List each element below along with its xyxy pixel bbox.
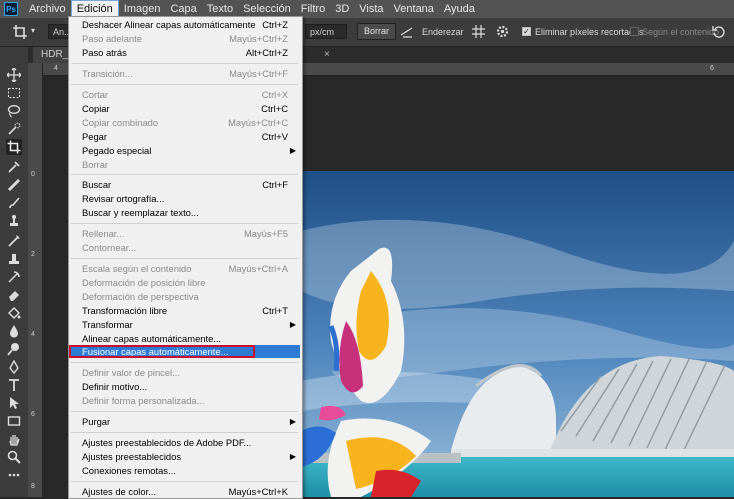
straighten-label[interactable]: Enderezar bbox=[422, 27, 464, 37]
menu-item-find-replace[interactable]: Buscar y reemplazar texto... bbox=[69, 206, 300, 219]
menu-ayuda[interactable]: Ayuda bbox=[439, 0, 480, 18]
tool-preset-chevron-icon[interactable]: ▾ bbox=[31, 26, 35, 35]
pen-tool-icon[interactable] bbox=[6, 359, 22, 375]
menu-archivo[interactable]: Archivo bbox=[24, 0, 71, 18]
clear-button[interactable]: Borrar bbox=[357, 23, 397, 40]
art-history-tool-icon[interactable] bbox=[6, 269, 22, 285]
tools-panel bbox=[0, 47, 29, 497]
document-tab-close-icon[interactable]: × bbox=[324, 49, 330, 60]
dodge-tool-icon[interactable] bbox=[6, 341, 22, 357]
submenu-arrow-icon: ▶ bbox=[289, 452, 296, 461]
zoom-tool-icon[interactable] bbox=[6, 449, 22, 465]
menu-item-remote-connections[interactable]: Conexiones remotas... bbox=[69, 464, 300, 477]
delete-cropped-label[interactable]: Eliminar píxeles recortados bbox=[535, 27, 644, 37]
ratio-select[interactable]: An... bbox=[48, 24, 72, 39]
crop-tool-selected-icon[interactable] bbox=[6, 139, 22, 155]
menu-item-copy[interactable]: Copiar Ctrl+C bbox=[69, 102, 300, 115]
ruler-label: 4 bbox=[31, 331, 35, 338]
hand-tool-icon[interactable] bbox=[6, 431, 22, 447]
history-brush-tool-icon[interactable] bbox=[6, 233, 22, 249]
ruler-label: 2 bbox=[31, 251, 35, 258]
menu-item-step-backward[interactable]: Paso atrás Alt+Ctrl+Z bbox=[69, 46, 300, 59]
menu-item-perspective-warp[interactable]: Deformación de perspectiva bbox=[69, 290, 300, 303]
crop-tool-icon[interactable] bbox=[12, 24, 28, 43]
healing-brush-tool-icon[interactable] bbox=[6, 177, 22, 193]
menu-item-content-aware-scale[interactable]: Escala según el contenido Mayús+Ctrl+A bbox=[69, 262, 300, 275]
menu-separator bbox=[71, 258, 298, 259]
menu-3d[interactable]: 3D bbox=[330, 0, 354, 18]
text-tool-icon[interactable] bbox=[6, 377, 22, 393]
menu-item-fade[interactable]: Transición... Mayús+Ctrl+F bbox=[69, 67, 300, 80]
overlay-grid-icon[interactable] bbox=[472, 25, 485, 41]
quick-selection-tool-icon[interactable] bbox=[6, 121, 22, 137]
document-image[interactable] bbox=[301, 171, 734, 497]
reset-icon[interactable] bbox=[712, 24, 727, 42]
ruler-label: 4 bbox=[54, 65, 58, 72]
brush-tool-icon[interactable] bbox=[6, 195, 22, 211]
menu-item-spell-check[interactable]: Revisar ortografía... bbox=[69, 192, 300, 205]
menu-separator bbox=[71, 411, 298, 412]
blur-tool-icon[interactable] bbox=[6, 323, 22, 339]
menu-item-purge[interactable]: Purgar ▶ bbox=[69, 415, 300, 428]
ruler-vertical[interactable]: 0 2 4 6 8 bbox=[28, 63, 43, 497]
menu-separator bbox=[71, 63, 298, 64]
menu-separator bbox=[71, 481, 298, 482]
ruler-label: 6 bbox=[31, 411, 35, 418]
menu-item-transform[interactable]: Transformar ▶ bbox=[69, 318, 300, 331]
menu-item-puppet-warp[interactable]: Deformación de posición libre bbox=[69, 276, 300, 289]
menu-item-free-transform[interactable]: Transformación libre Ctrl+T bbox=[69, 304, 300, 317]
settings-gear-icon[interactable] bbox=[496, 25, 509, 41]
menu-item-define-pattern[interactable]: Definir motivo... bbox=[69, 380, 300, 393]
rectangle-tool-icon[interactable] bbox=[6, 413, 22, 429]
menu-vista[interactable]: Vista bbox=[354, 0, 388, 18]
submenu-arrow-icon: ▶ bbox=[289, 146, 296, 155]
lasso-tool-icon[interactable] bbox=[6, 103, 22, 119]
menu-separator bbox=[71, 174, 298, 175]
menu-item-presets[interactable]: Ajustes preestablecidos ▶ bbox=[69, 450, 300, 463]
menu-separator bbox=[71, 223, 298, 224]
menu-separator bbox=[71, 432, 298, 433]
menu-item-auto-align-layers[interactable]: Alinear capas automáticamente... bbox=[69, 332, 300, 345]
menu-item-step-forward[interactable]: Paso adelante Mayús+Ctrl+Z bbox=[69, 32, 300, 45]
menu-item-fill[interactable]: Rellenar... Mayús+F5 bbox=[69, 227, 300, 240]
clone-stamp-tool-icon[interactable] bbox=[6, 213, 22, 229]
submenu-arrow-icon: ▶ bbox=[289, 417, 296, 426]
edit-menu-dropdown: Deshacer Alinear capas automáticamente Ct… bbox=[68, 16, 303, 499]
menu-item-paste-special[interactable]: Pegado especial ▶ bbox=[69, 144, 300, 157]
menu-item-cut[interactable]: Cortar Ctrl+X bbox=[69, 88, 300, 101]
menu-item-color-settings[interactable]: Ajustes de color... Mayús+Ctrl+K bbox=[69, 485, 300, 498]
unit-select[interactable]: px/cm bbox=[305, 24, 347, 39]
menu-item-adobe-pdf-presets[interactable]: Ajustes preestablecidos de Adobe PDF... bbox=[69, 436, 300, 449]
menu-separator bbox=[71, 84, 298, 85]
menu-item-paste[interactable]: Pegar Ctrl+V bbox=[69, 130, 300, 143]
menu-item-clear[interactable]: Borrar bbox=[69, 158, 300, 171]
submenu-arrow-icon: ▶ bbox=[289, 320, 296, 329]
menu-item-copy-merged[interactable]: Copiar combinado Mayús+Ctrl+C bbox=[69, 116, 300, 129]
marquee-tool-icon[interactable] bbox=[6, 85, 22, 101]
content-aware-checkbox[interactable] bbox=[630, 27, 639, 36]
ruler-label: 6 bbox=[710, 65, 714, 72]
stamp-tool-icon[interactable] bbox=[6, 251, 22, 267]
straighten-icon[interactable] bbox=[400, 25, 414, 42]
paint-bucket-tool-icon[interactable] bbox=[6, 305, 22, 321]
menu-item-define-brush[interactable]: Definir valor de pincel... bbox=[69, 366, 300, 379]
menu-item-stroke[interactable]: Contornear... bbox=[69, 241, 300, 254]
menu-item-search[interactable]: Buscar Ctrl+F bbox=[69, 178, 300, 191]
menu-item-define-custom-shape[interactable]: Definir forma personalizada... bbox=[69, 394, 300, 407]
path-selection-tool-icon[interactable] bbox=[6, 395, 22, 411]
content-aware-label[interactable]: Según el contenido bbox=[642, 27, 719, 37]
more-tools-icon[interactable] bbox=[6, 467, 22, 483]
menu-separator bbox=[71, 362, 298, 363]
delete-cropped-checkbox[interactable]: ✓ bbox=[522, 27, 531, 36]
highlight-annotation-box bbox=[69, 345, 255, 358]
menu-ventana[interactable]: Ventana bbox=[389, 0, 439, 18]
eraser-tool-icon[interactable] bbox=[6, 287, 22, 303]
ruler-label: 0 bbox=[31, 171, 35, 178]
move-tool-icon[interactable] bbox=[6, 67, 22, 83]
photoshop-logo[interactable]: Ps bbox=[4, 2, 18, 16]
menu-item-undo[interactable]: Deshacer Alinear capas automáticamente Ct… bbox=[69, 18, 300, 31]
eyedropper-tool-icon[interactable] bbox=[6, 159, 22, 175]
ruler-label: 8 bbox=[31, 483, 35, 490]
